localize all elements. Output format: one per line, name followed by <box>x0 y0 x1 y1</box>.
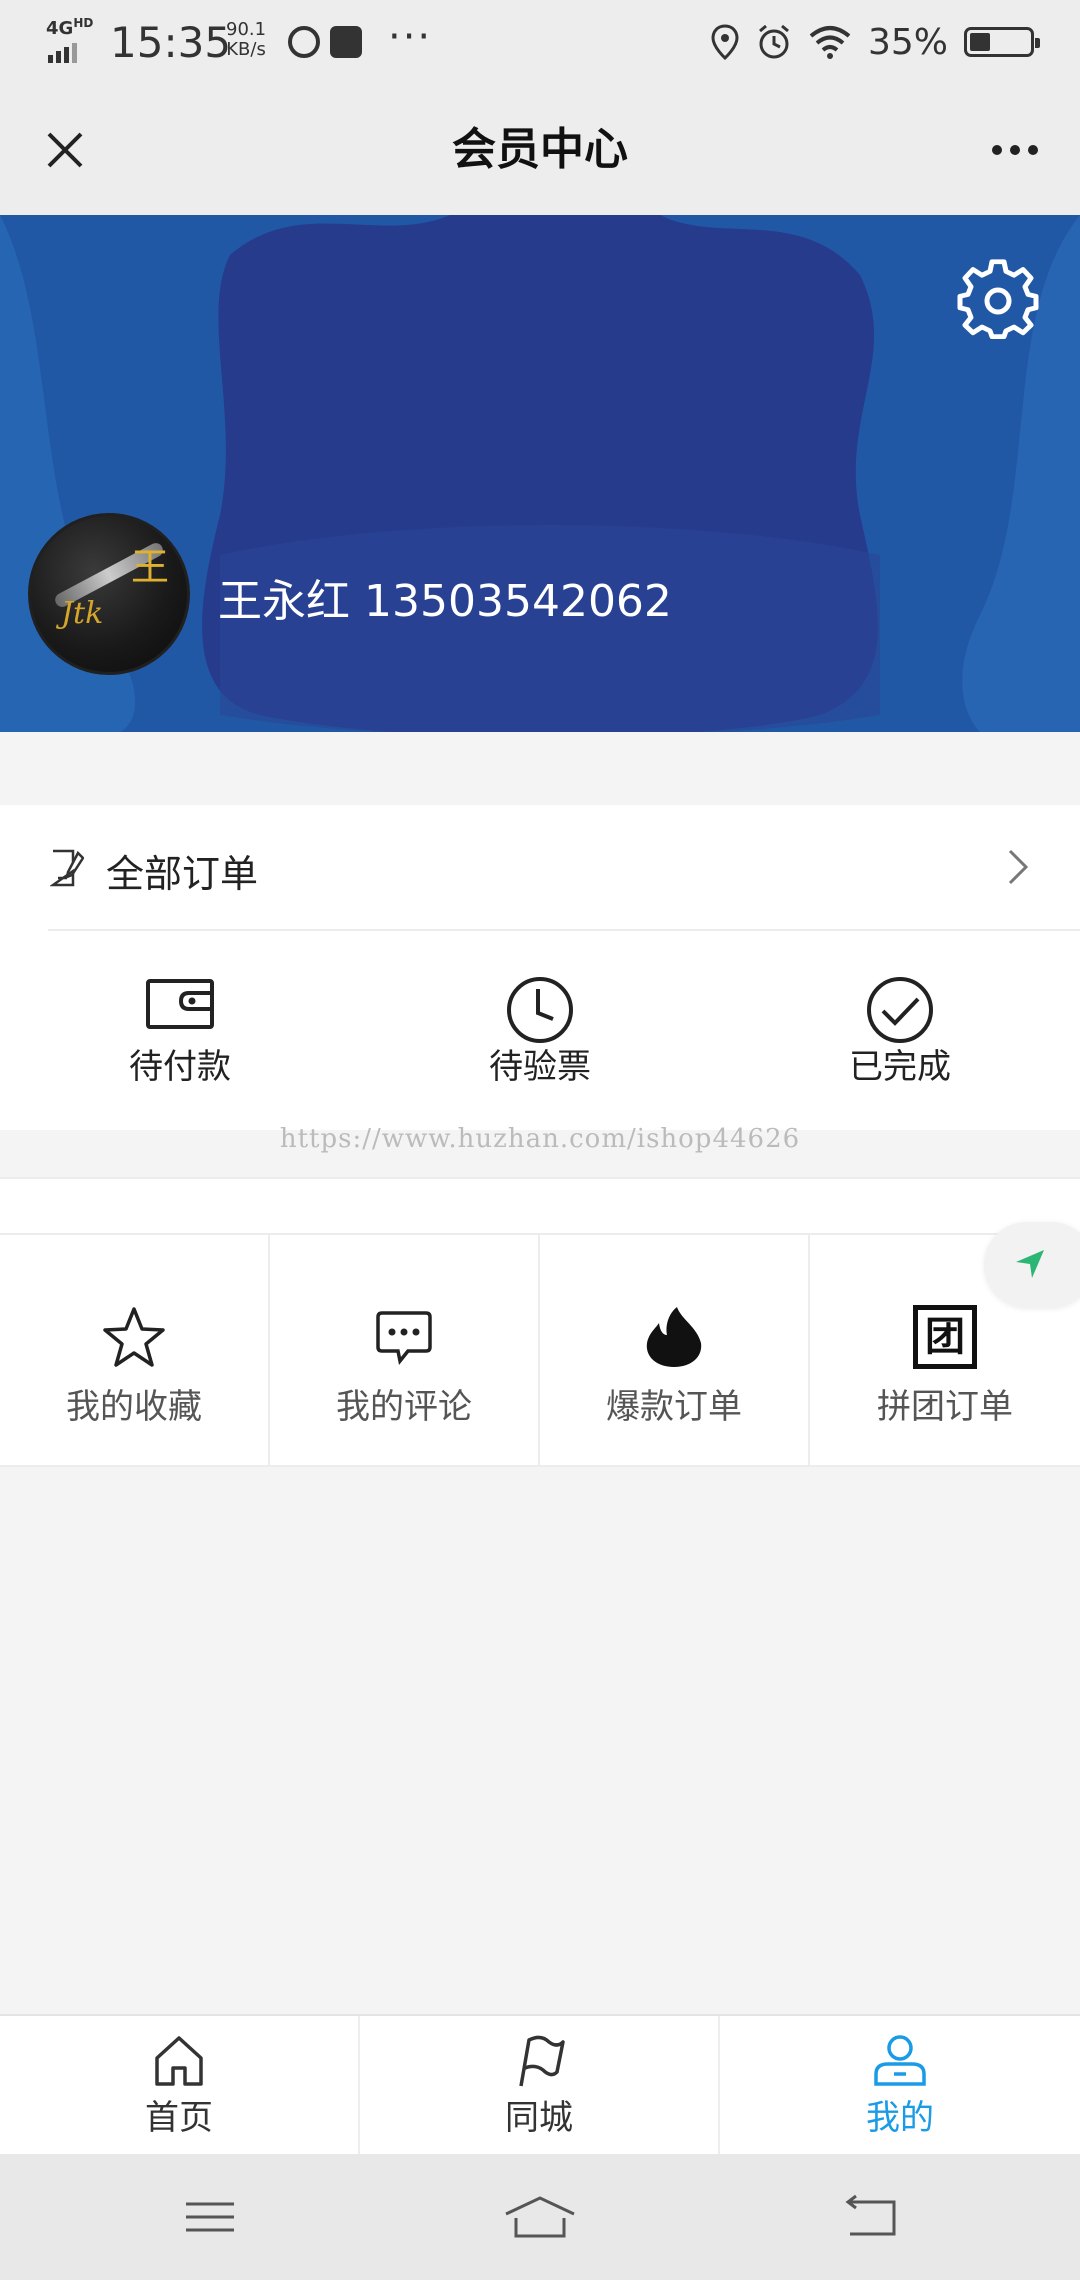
clock-icon <box>507 977 573 1043</box>
page-title: 会员中心 <box>452 124 628 175</box>
status-right-icons: 35% <box>710 18 1040 66</box>
nav-bar: 会员中心 <box>0 85 1080 215</box>
more-button[interactable] <box>980 115 1050 185</box>
fire-icon <box>646 1307 702 1367</box>
avatar-signature-icon: Jtk <box>61 596 104 631</box>
tab-label: 首页 <box>145 2098 213 2138</box>
network-speed: 90.1 KB/s <box>226 19 267 60</box>
order-status-label: 待验票 <box>489 1047 591 1087</box>
alarm-icon <box>759 24 789 59</box>
settings-button[interactable] <box>956 259 1040 343</box>
wallet-icon <box>146 979 214 1029</box>
battery-icon <box>964 27 1040 57</box>
comment-icon <box>376 1311 432 1366</box>
my-comments-button[interactable]: 我的评论 <box>270 1235 540 1465</box>
user-icon <box>874 2035 926 2086</box>
hot-orders-button[interactable]: 爆款订单 <box>540 1235 810 1465</box>
star-icon <box>103 1307 165 1367</box>
dot-icon <box>1010 145 1020 155</box>
pending-payment-button[interactable]: 待付款 <box>70 975 290 1105</box>
all-orders-label: 全部订单 <box>106 852 259 896</box>
grid-label: 我的收藏 <box>66 1387 202 1427</box>
app-notification-icon <box>330 26 362 58</box>
status-time: 15:35 <box>110 18 232 67</box>
menu-icon <box>186 2202 234 2232</box>
group-icon: 团 <box>913 1305 977 1369</box>
user-name-phone: 王永红 13503542062 <box>218 576 672 627</box>
grid-label: 爆款订单 <box>606 1387 742 1427</box>
bottom-tab-bar: 首页 同城 我的 <box>0 2014 1080 2154</box>
flag-icon <box>519 2035 565 2087</box>
navigate-button[interactable] <box>984 1222 1080 1308</box>
menu-button[interactable] <box>170 2192 250 2242</box>
signal-icon <box>48 43 77 63</box>
completed-button[interactable]: 已完成 <box>790 975 1010 1105</box>
app-notification-icon <box>288 26 320 58</box>
profile-banner: Jtk 王 王永红 13503542062 <box>0 215 1080 732</box>
watermark: https://www.huzhan.com/ishop44626 <box>279 1124 801 1154</box>
home-outline-icon <box>505 2196 575 2238</box>
more-notifications-icon: ··· <box>388 14 433 60</box>
home-system-button[interactable] <box>500 2192 580 2242</box>
gear-icon <box>957 259 1039 340</box>
divider <box>48 929 1080 931</box>
tab-label: 同城 <box>505 2098 573 2138</box>
my-favorites-button[interactable]: 我的收藏 <box>0 1235 270 1465</box>
section-spacer <box>0 1177 1080 1233</box>
home-icon <box>155 2036 203 2086</box>
back-icon <box>845 2194 896 2236</box>
pending-ticket-button[interactable]: 待验票 <box>430 975 650 1105</box>
navigate-arrow-icon <box>1016 1250 1044 1278</box>
wifi-icon <box>809 26 851 59</box>
chevron-right-icon <box>1008 849 1029 885</box>
avatar-logo-icon: 王 <box>131 545 170 589</box>
feature-grid: 我的收藏 我的评论 爆款订单 团 拼团订单 <box>0 1233 1080 1467</box>
dot-icon <box>1028 145 1038 155</box>
order-document-icon <box>50 849 84 887</box>
battery-percent: 35% <box>867 21 948 63</box>
close-icon <box>47 132 83 168</box>
tab-mine[interactable]: 我的 <box>720 2016 1080 2154</box>
grid-label: 拼团订单 <box>877 1387 1013 1427</box>
avatar[interactable]: Jtk 王 <box>28 513 190 675</box>
close-button[interactable] <box>30 115 100 185</box>
all-orders-row[interactable]: 全部订单 <box>0 805 1080 929</box>
order-status-label: 已完成 <box>849 1047 951 1087</box>
dot-icon <box>992 145 1002 155</box>
tab-label: 我的 <box>866 2098 934 2138</box>
order-status-label: 待付款 <box>129 1047 231 1087</box>
network-indicator: 4GHD <box>46 16 93 63</box>
back-button[interactable] <box>830 2192 910 2242</box>
tab-city[interactable]: 同城 <box>360 2016 720 2154</box>
grid-label: 我的评论 <box>336 1387 472 1427</box>
location-icon <box>711 24 739 61</box>
check-circle-icon <box>867 977 933 1043</box>
status-bar: 4GHD 15:35 90.1 KB/s ··· 35% <box>0 0 1080 85</box>
orders-card: 全部订单 待付款 待验票 已完成 <box>0 805 1080 1130</box>
system-nav-bar <box>0 2154 1080 2280</box>
tab-home[interactable]: 首页 <box>0 2016 360 2154</box>
